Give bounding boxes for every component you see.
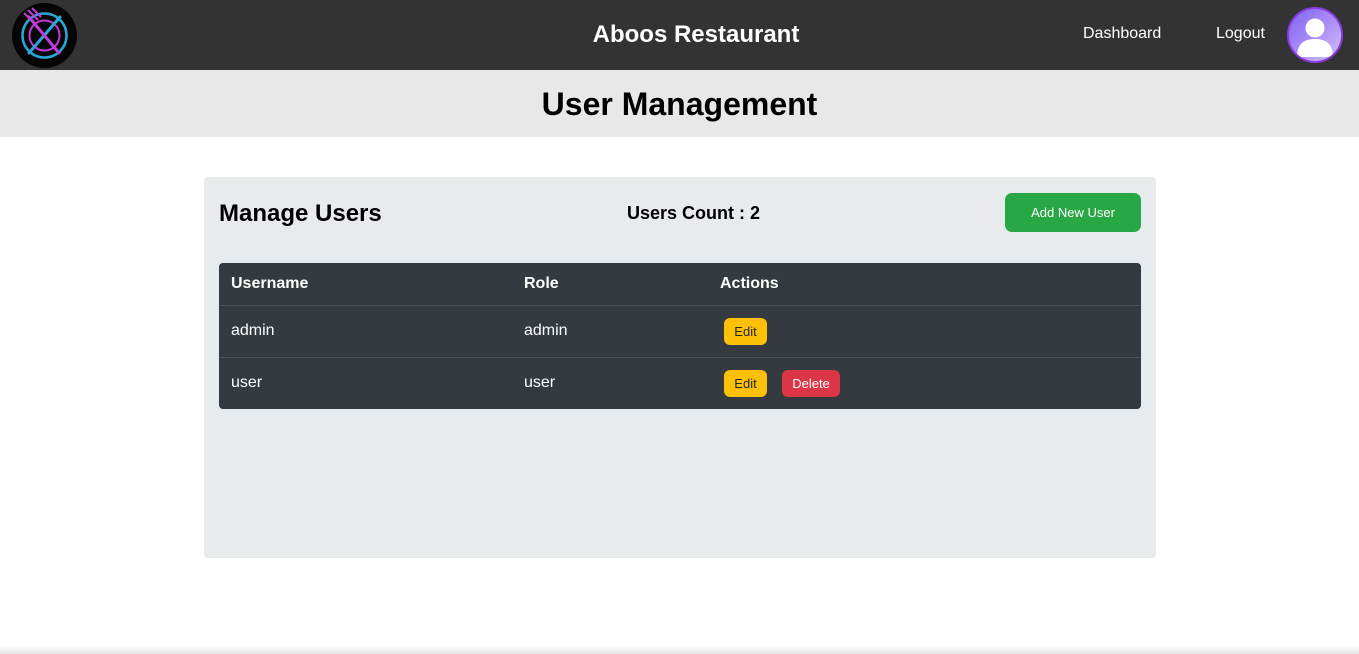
nav-dashboard-link[interactable]: Dashboard [1083,24,1161,44]
users-count-label: Users Count : 2 [627,203,761,223]
table-row: user user Edit Delete [219,358,1141,409]
page-title: User Management [541,86,818,122]
manage-users-panel: Manage Users Users Count : 2 Add New Use… [204,177,1156,558]
panel-title: Manage Users [219,200,382,227]
role-cell: user [524,374,556,391]
table-row: admin admin Edit [219,306,1141,358]
column-header-username: Username [231,275,309,292]
column-header-actions: Actions [720,275,779,292]
username-cell: user [231,374,263,391]
column-header-role: Role [524,275,559,292]
footer-divider [0,646,1359,654]
users-table: Username Role Actions admin admin Edit u… [219,263,1141,409]
top-navbar: Aboos Restaurant Dashboard Logout [0,0,1359,70]
add-new-user-button[interactable]: Add New User [1005,193,1141,232]
role-cell: admin [524,322,568,339]
delete-user-button[interactable]: Delete [782,370,840,397]
table-header-row: Username Role Actions [219,263,1141,306]
edit-user-button[interactable]: Edit [724,318,767,345]
page-header: User Management [0,70,1359,137]
username-cell: admin [231,322,275,339]
nav-logout-link[interactable]: Logout [1216,24,1265,44]
edit-user-button[interactable]: Edit [724,370,767,397]
user-avatar-icon[interactable] [1287,7,1343,63]
